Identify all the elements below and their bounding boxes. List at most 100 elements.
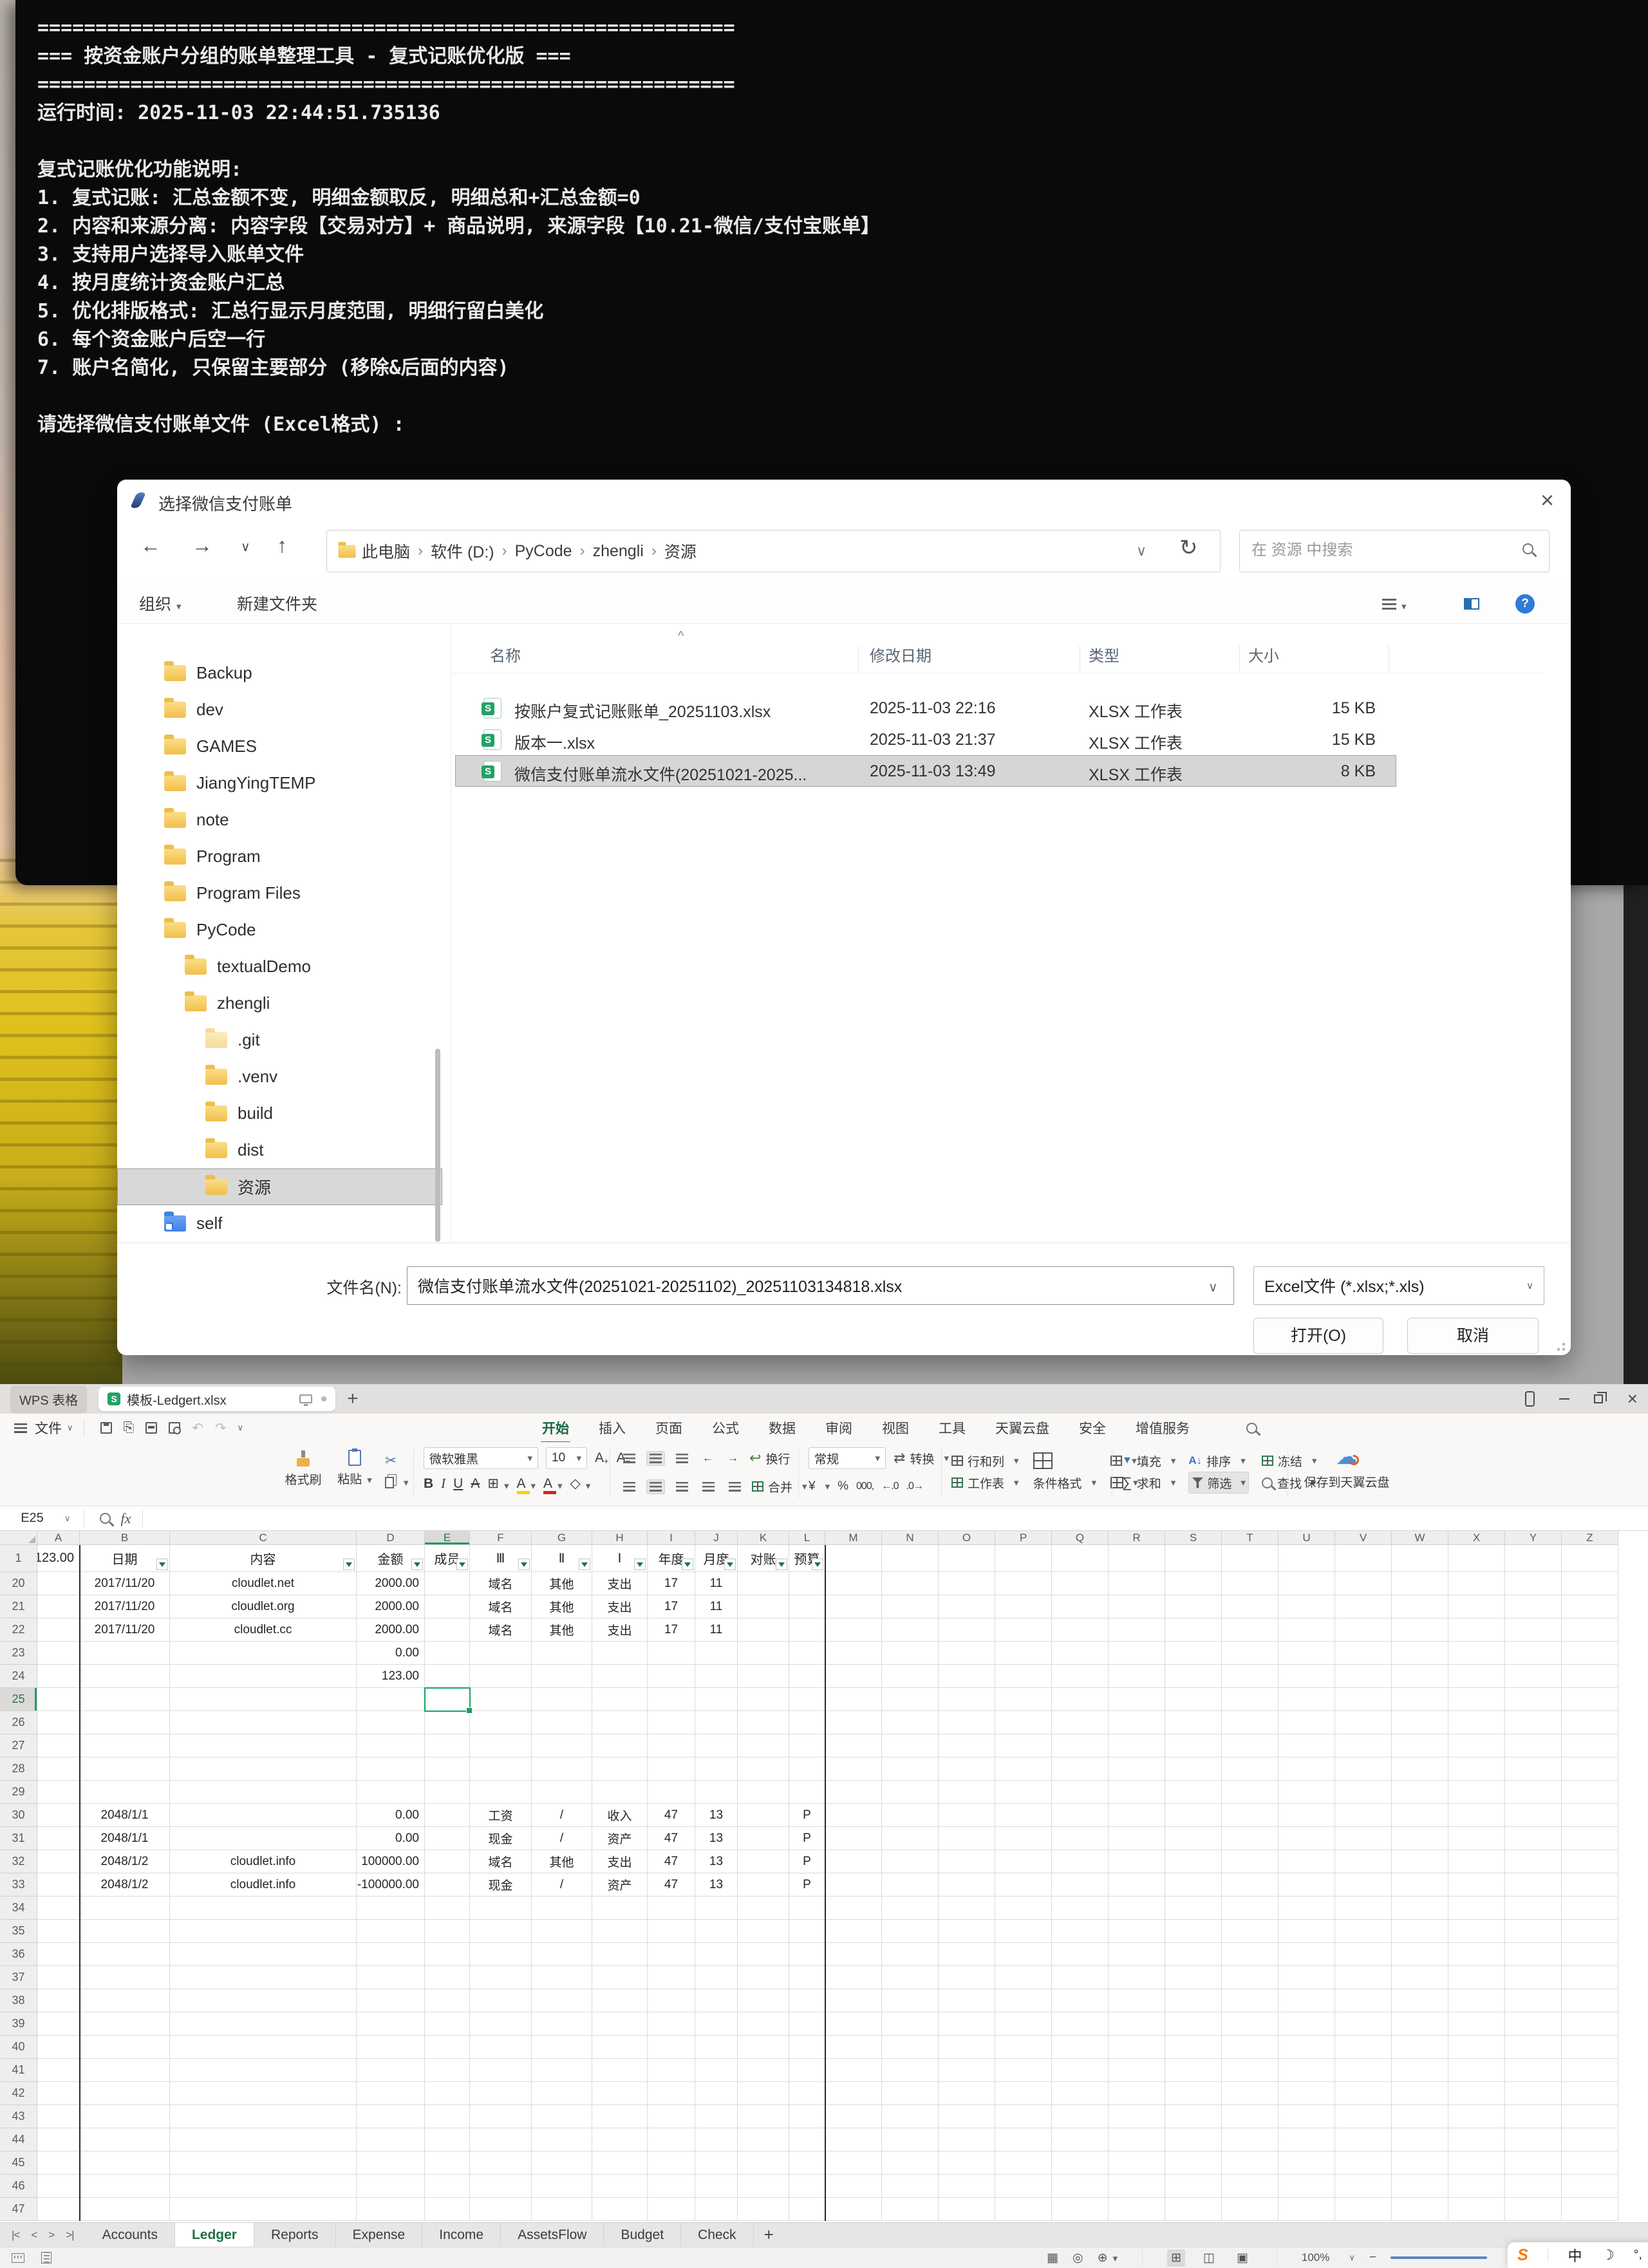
cell-W22[interactable]: [1392, 1618, 1448, 1642]
resize-grip[interactable]: [1557, 1342, 1566, 1351]
cell-O34[interactable]: [939, 1897, 995, 1920]
cell-X24[interactable]: [1448, 1665, 1505, 1688]
cell-W26[interactable]: [1392, 1711, 1448, 1734]
next-sheet-icon[interactable]: >: [48, 2229, 54, 2242]
cell-Y31[interactable]: [1505, 1827, 1562, 1850]
cell-O36[interactable]: [939, 1943, 995, 1966]
file-row[interactable]: S微信支付账单流水文件(20251021-2025...2025-11-03 1…: [455, 755, 1396, 787]
cell-C31[interactable]: [170, 1827, 357, 1850]
cell-E29[interactable]: [425, 1781, 470, 1804]
cell-E45[interactable]: [425, 2151, 470, 2175]
cell-W46[interactable]: [1392, 2175, 1448, 2198]
cell-I20[interactable]: 17: [648, 1572, 695, 1595]
cell-L37[interactable]: [789, 1966, 825, 1989]
macro-record-icon[interactable]: [12, 2253, 24, 2263]
cell-Z47[interactable]: [1562, 2198, 1618, 2221]
cell-F40[interactable]: [470, 2036, 532, 2059]
cell-P36[interactable]: [995, 1943, 1052, 1966]
cell-J33[interactable]: 13: [695, 1873, 738, 1897]
cell-S30[interactable]: [1165, 1804, 1222, 1827]
cell-Q42[interactable]: [1052, 2082, 1109, 2105]
cell-V42[interactable]: [1335, 2082, 1392, 2105]
cell-U35[interactable]: [1278, 1920, 1335, 1943]
sheet-tab-Reports[interactable]: Reports: [254, 2223, 336, 2247]
zoom-caret-icon[interactable]: ∨: [1349, 2253, 1355, 2263]
cell-B27[interactable]: [80, 1734, 170, 1757]
cell-B32[interactable]: 2048/1/2: [80, 1850, 170, 1873]
cell-T35[interactable]: [1222, 1920, 1278, 1943]
cell-F21[interactable]: 域名: [470, 1595, 532, 1618]
cell-B25[interactable]: [80, 1688, 170, 1711]
cell-P25[interactable]: [995, 1688, 1052, 1711]
cell-I36[interactable]: [648, 1943, 695, 1966]
cell-M46[interactable]: [825, 2175, 882, 2198]
cell-X33[interactable]: [1448, 1873, 1505, 1897]
cell-F46[interactable]: [470, 2175, 532, 2198]
cell-K36[interactable]: [738, 1943, 789, 1966]
cell-Q40[interactable]: [1052, 2036, 1109, 2059]
cell-W41[interactable]: [1392, 2059, 1448, 2082]
breadcrumb-segment[interactable]: PyCode: [515, 542, 572, 561]
cell-Z32[interactable]: [1562, 1850, 1618, 1873]
cell-F34[interactable]: [470, 1897, 532, 1920]
cell-H24[interactable]: [592, 1665, 648, 1688]
cell-E30[interactable]: [425, 1804, 470, 1827]
cell-D46[interactable]: [357, 2175, 425, 2198]
cell-W31[interactable]: [1392, 1827, 1448, 1850]
cell-Q46[interactable]: [1052, 2175, 1109, 2198]
row-header-36[interactable]: 36: [0, 1943, 37, 1966]
cell-P41[interactable]: [995, 2059, 1052, 2082]
font-size-select[interactable]: 10▾: [546, 1447, 587, 1469]
column-header-F[interactable]: F: [470, 1531, 532, 1545]
cell-I42[interactable]: [648, 2082, 695, 2105]
cell-C33[interactable]: cloudlet.info: [170, 1873, 357, 1897]
cell-H26[interactable]: [592, 1711, 648, 1734]
cell-O25[interactable]: [939, 1688, 995, 1711]
cell-M25[interactable]: [825, 1688, 882, 1711]
cell-I41[interactable]: [648, 2059, 695, 2082]
cell-Q43[interactable]: [1052, 2105, 1109, 2128]
zoom-level[interactable]: 100%: [1302, 2251, 1329, 2264]
cell-B31[interactable]: 2048/1/1: [80, 1827, 170, 1850]
cell-S29[interactable]: [1165, 1781, 1222, 1804]
cell-I47[interactable]: [648, 2198, 695, 2221]
cell-W39[interactable]: [1392, 2012, 1448, 2036]
cell-M21[interactable]: [825, 1595, 882, 1618]
cell-K44[interactable]: [738, 2128, 789, 2151]
name-box[interactable]: E25: [0, 1511, 64, 1526]
tree-item-Program Files[interactable]: Program Files: [117, 875, 442, 912]
cell-N38[interactable]: [882, 1989, 939, 2012]
cell-B47[interactable]: [80, 2198, 170, 2221]
sheet-tab-Income[interactable]: Income: [422, 2223, 501, 2247]
cell-Q33[interactable]: [1052, 1873, 1109, 1897]
cell-A46[interactable]: [37, 2175, 80, 2198]
organize-button[interactable]: 组织▾: [139, 592, 182, 615]
cell-X23[interactable]: [1448, 1642, 1505, 1665]
cell-K28[interactable]: [738, 1757, 789, 1781]
cell-D20[interactable]: 2000.00: [357, 1572, 425, 1595]
cell-J42[interactable]: [695, 2082, 738, 2105]
cell-J27[interactable]: [695, 1734, 738, 1757]
cell-X21[interactable]: [1448, 1595, 1505, 1618]
cell-Y28[interactable]: [1505, 1757, 1562, 1781]
cell-A42[interactable]: [37, 2082, 80, 2105]
cell-H21[interactable]: 支出: [592, 1595, 648, 1618]
cell-Y23[interactable]: [1505, 1642, 1562, 1665]
cell-U47[interactable]: [1278, 2198, 1335, 2221]
cell-A24[interactable]: [37, 1665, 80, 1688]
breadcrumb-segment[interactable]: 软件 (D:): [431, 539, 494, 563]
column-header-H[interactable]: H: [592, 1531, 648, 1545]
breadcrumb-segment[interactable]: 此电脑: [362, 539, 410, 563]
cell-I28[interactable]: [648, 1757, 695, 1781]
cell-G26[interactable]: [532, 1711, 592, 1734]
cell-F25[interactable]: [470, 1688, 532, 1711]
cell-T26[interactable]: [1222, 1711, 1278, 1734]
column-header-Z[interactable]: Z: [1562, 1531, 1618, 1545]
filter-button-I[interactable]: [682, 1559, 693, 1570]
row-header-26[interactable]: 26: [0, 1711, 37, 1734]
cell-M45[interactable]: [825, 2151, 882, 2175]
ime-punctuation-indicator[interactable]: °,: [1634, 2248, 1642, 2262]
cell-Z29[interactable]: [1562, 1781, 1618, 1804]
cell-H44[interactable]: [592, 2128, 648, 2151]
cell-D37[interactable]: [357, 1966, 425, 1989]
